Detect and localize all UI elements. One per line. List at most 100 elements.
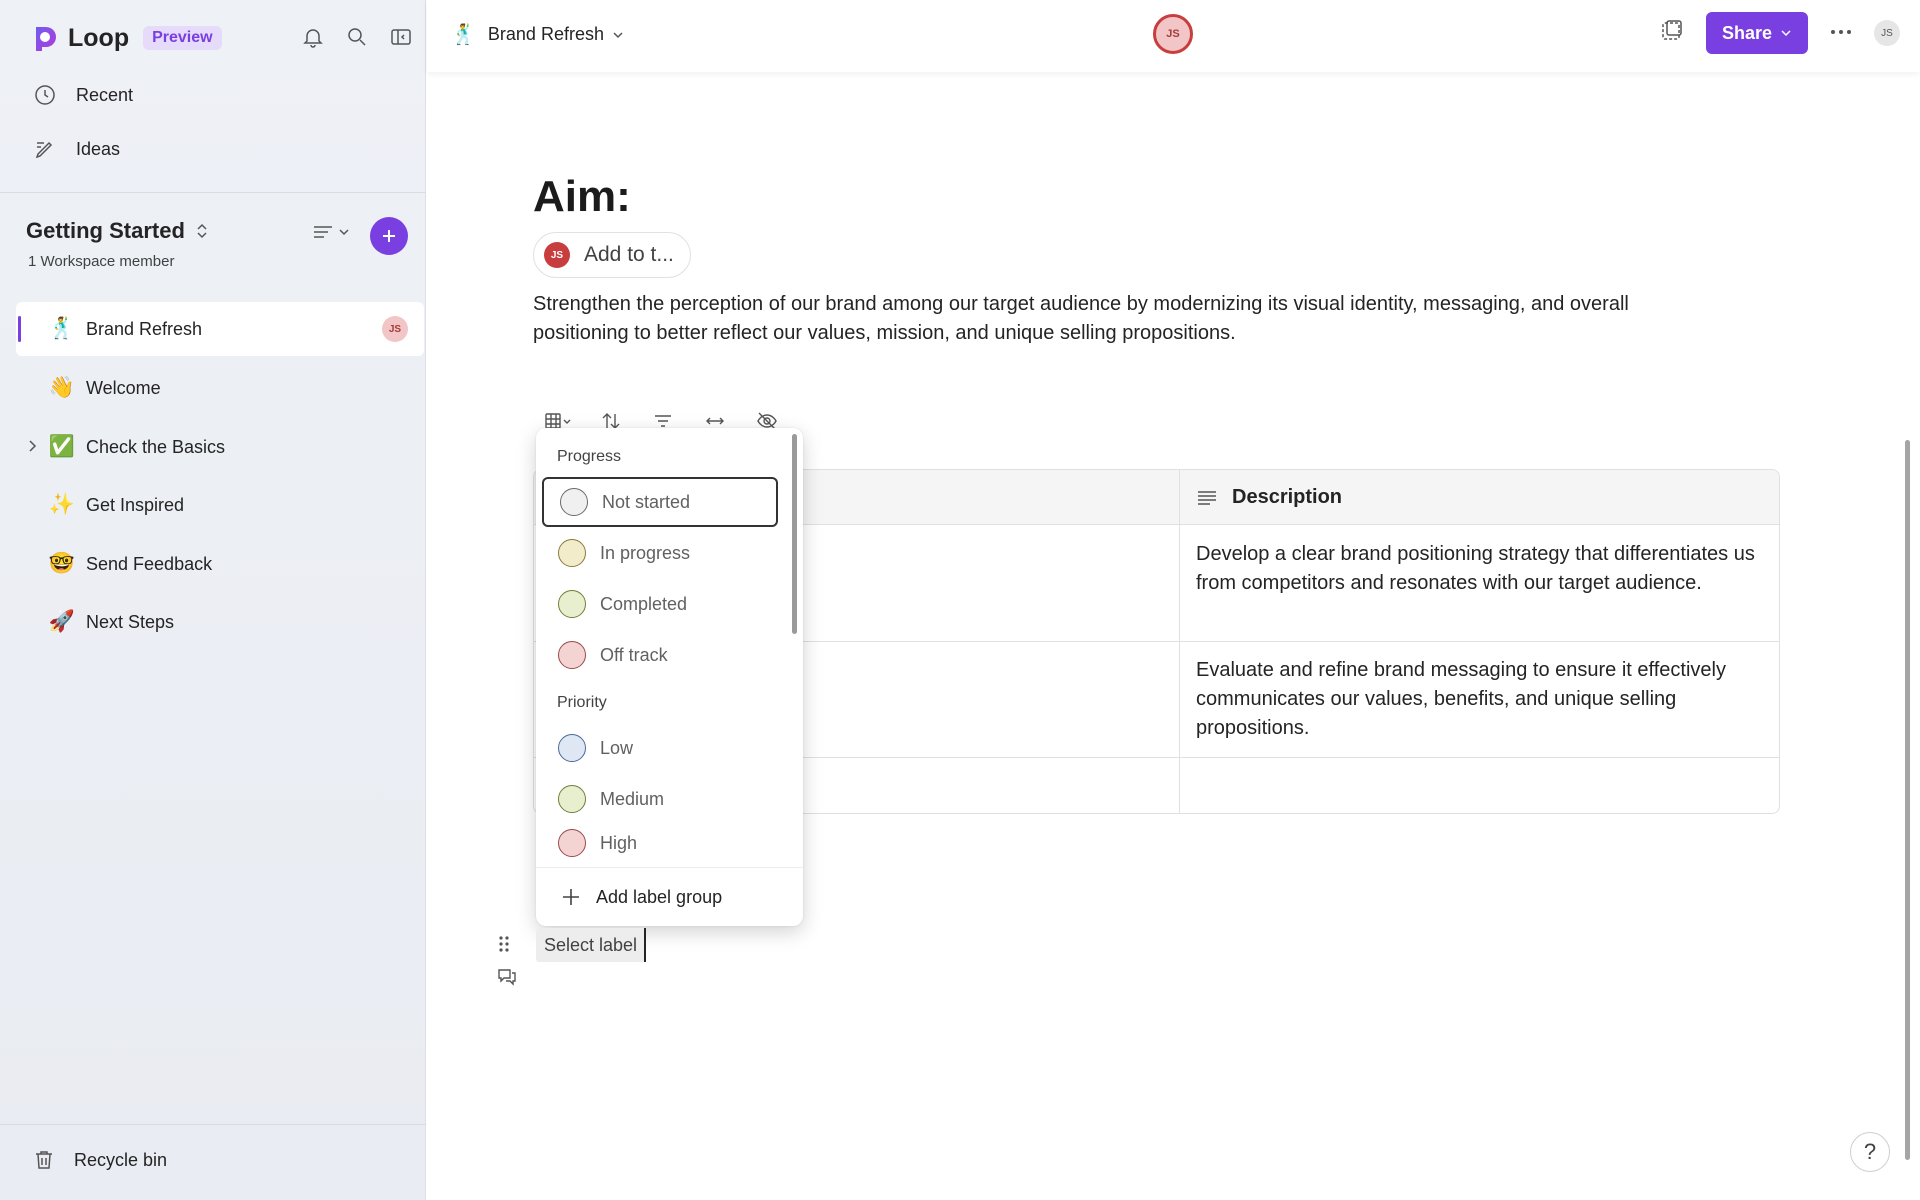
sidebar-item-send-feedback[interactable]: 🤓 Send Feedback — [16, 537, 424, 591]
sidebar-item-welcome[interactable]: 👋 Welcome — [16, 361, 424, 415]
sidebar-item-label: Check the Basics — [86, 436, 226, 457]
text-lines-icon — [1198, 490, 1216, 505]
workspace-title-label: Getting Started — [26, 218, 185, 243]
option-off-track[interactable]: Off track — [542, 630, 778, 680]
add-label-group-label: Add label group — [596, 886, 723, 907]
pen-icon — [32, 136, 58, 162]
presence-avatar[interactable]: JS — [1153, 14, 1193, 54]
help-button[interactable]: ? — [1850, 1132, 1890, 1172]
document-title: Brand Refresh — [487, 24, 604, 44]
plus-icon — [383, 230, 395, 242]
nav-recent-label: Recent — [76, 84, 134, 105]
option-label: Medium — [600, 788, 665, 809]
comment-icon[interactable] — [496, 966, 518, 986]
sort-menu-button[interactable] — [312, 222, 350, 242]
aim-paragraph[interactable]: Strengthen the perception of our brand a… — [533, 290, 1713, 348]
document-header: 🕺 Brand Refresh JS Share JS — [427, 0, 1920, 72]
sidebar: Loop Preview Recent Ideas Getting Starte… — [0, 0, 426, 1200]
nav-ideas[interactable]: Ideas — [32, 136, 120, 162]
status-circle-icon — [558, 641, 586, 669]
chevron-down-icon — [613, 31, 623, 38]
option-label: Completed — [600, 593, 688, 614]
text-caret — [644, 928, 646, 962]
wave-icon: 👋 — [48, 376, 76, 399]
drag-handle-icon[interactable] — [497, 934, 511, 954]
option-label: High — [600, 832, 638, 853]
document-title-button[interactable]: 🕺 Brand Refresh — [451, 22, 624, 47]
nerd-face-icon: 🤓 — [48, 552, 76, 575]
page-heading: Aim: — [533, 172, 631, 221]
nav-ideas-label: Ideas — [76, 138, 121, 159]
option-medium[interactable]: Medium — [542, 774, 778, 824]
collapse-sidebar-icon[interactable] — [388, 24, 414, 50]
app-name: Loop — [68, 23, 130, 52]
header-actions: Share JS — [1658, 12, 1900, 54]
dancer-icon: 🕺 — [451, 24, 476, 46]
option-in-progress[interactable]: In progress — [542, 528, 778, 578]
sidebar-item-brand-refresh[interactable]: 🕺 Brand Refresh JS — [16, 302, 424, 356]
table-cell[interactable]: Evaluate and refine brand messaging to e… — [1196, 656, 1766, 743]
recycle-bin-button[interactable]: Recycle bin — [32, 1148, 167, 1172]
scrollbar[interactable] — [792, 434, 797, 634]
sparkles-icon: ✨ — [48, 493, 76, 516]
page-scrollbar[interactable] — [1905, 440, 1910, 1160]
trash-icon — [36, 1151, 52, 1169]
add-label-group-button[interactable]: Add label group — [560, 886, 722, 908]
status-circle-icon — [560, 488, 588, 516]
dancer-icon: 🕺 — [48, 317, 76, 340]
add-page-button[interactable] — [370, 217, 408, 255]
table-cell[interactable]: Develop a clear brand positioning strate… — [1196, 540, 1766, 598]
group-title-priority: Priority — [557, 694, 607, 711]
preview-badge: Preview — [143, 26, 222, 50]
list-sort-icon — [314, 226, 332, 238]
search-icon[interactable] — [344, 24, 370, 50]
sidebar-item-get-inspired[interactable]: ✨ Get Inspired — [16, 478, 424, 532]
clock-icon — [32, 82, 58, 108]
nav-recent[interactable]: Recent — [32, 82, 133, 108]
sidebar-item-next-steps[interactable]: 🚀 Next Steps — [16, 595, 424, 649]
brand[interactable]: Loop Preview — [30, 22, 222, 54]
sidebar-item-check-the-basics[interactable]: ✅ Check the Basics — [16, 420, 424, 474]
more-options-icon[interactable] — [1830, 24, 1852, 42]
bell-icon[interactable] — [300, 24, 326, 50]
recycle-bin-label: Recycle bin — [74, 1149, 168, 1170]
focus-view-icon[interactable] — [1658, 18, 1684, 49]
option-high[interactable]: High — [542, 824, 778, 862]
sidebar-item-label: Brand Refresh — [86, 318, 203, 339]
dropdown-divider — [536, 867, 803, 868]
chevron-up-down-icon — [197, 223, 207, 239]
status-circle-icon — [558, 539, 586, 567]
table-cell[interactable] — [1196, 768, 1766, 808]
sidebar-divider — [0, 192, 426, 193]
status-circle-icon — [558, 734, 586, 762]
workspace-title[interactable]: Getting Started — [26, 218, 209, 244]
rocket-icon: 🚀 — [48, 610, 76, 633]
option-label: Not started — [602, 491, 691, 512]
option-completed[interactable]: Completed — [542, 579, 778, 629]
check-box-icon: ✅ — [48, 435, 76, 458]
avatar: JS — [382, 316, 408, 342]
user-avatar[interactable]: JS — [1874, 20, 1900, 46]
column-header-label: Description — [1232, 486, 1343, 508]
assign-label: Add to t... — [584, 243, 674, 266]
chevron-right-icon[interactable] — [26, 438, 40, 454]
share-button[interactable]: Share — [1705, 12, 1808, 54]
assign-person-pill[interactable]: JS Add to t... — [533, 232, 691, 278]
column-header-description[interactable]: Description — [1196, 486, 1342, 509]
status-circle-icon — [558, 785, 586, 813]
option-low[interactable]: Low — [542, 723, 778, 773]
status-circle-icon — [558, 590, 586, 618]
label-picker-dropdown: Progress Not started In progress Complet… — [536, 428, 803, 926]
sidebar-divider — [0, 1124, 426, 1125]
share-label: Share — [1721, 22, 1772, 43]
sidebar-item-label: Welcome — [86, 377, 161, 398]
sidebar-item-label: Send Feedback — [86, 553, 213, 574]
select-label-input[interactable]: Select label — [536, 928, 646, 962]
sidebar-item-label: Get Inspired — [86, 494, 185, 515]
sidebar-item-label: Next Steps — [86, 611, 175, 632]
active-indicator — [18, 316, 21, 342]
option-label: In progress — [600, 542, 691, 563]
option-not-started[interactable]: Not started — [542, 477, 778, 527]
chevron-down-icon — [1781, 30, 1791, 37]
option-label: Low — [600, 737, 634, 758]
